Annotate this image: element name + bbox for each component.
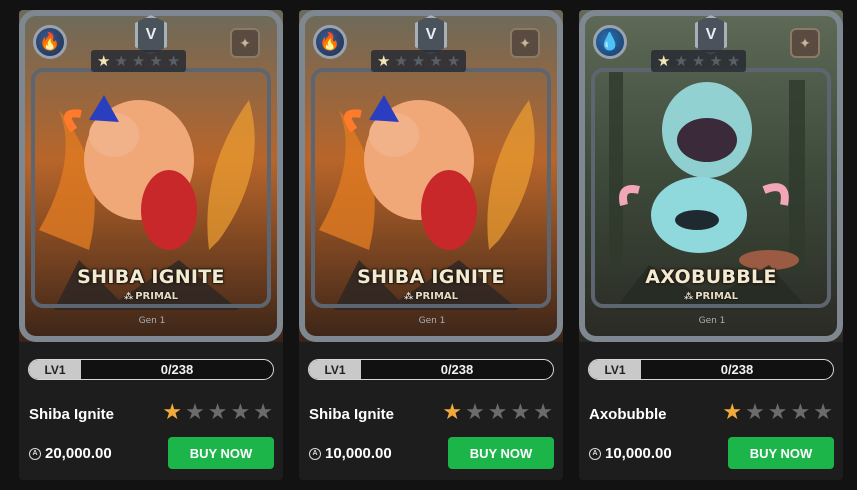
v-rarity-icon: V bbox=[695, 15, 727, 55]
star-icon: ★ bbox=[533, 399, 553, 424]
art-edition: ⁂ PRIMAL bbox=[123, 291, 179, 302]
star-icon: ★ bbox=[394, 52, 408, 70]
star-icon: ★ bbox=[487, 399, 508, 424]
star-icon: ★ bbox=[230, 399, 251, 424]
price-value: 10,000.00 bbox=[325, 445, 392, 462]
level-label: LV1 bbox=[589, 360, 641, 379]
price: A 20,000.00 bbox=[29, 445, 112, 462]
art-title: SHIBA IGNITE bbox=[77, 266, 225, 288]
marketplace-grid: 🔥 V ✦ ★ ★ ★ ★ ★ SHIBA IGNITE ⁂ PRIMAL Gen… bbox=[0, 0, 857, 490]
card-name: Shiba Ignite bbox=[309, 406, 395, 423]
star-icon: ★ bbox=[185, 399, 205, 424]
buy-now-button[interactable]: BUY NOW bbox=[448, 437, 554, 469]
card-art[interactable]: 🔥 V ✦ ★ ★ ★ ★ ★ SHIBA IGNITE ⁂ PRIMAL Gen… bbox=[19, 10, 283, 342]
art-edition: ⁂ PRIMAL bbox=[683, 291, 739, 302]
star-icon: ★ bbox=[465, 399, 485, 424]
art-title: SHIBA IGNITE bbox=[357, 266, 505, 288]
listing-card[interactable]: 🔥 V ✦ ★ ★ ★ ★ ★ SHIBA IGNITE ⁂ PRIMAL Gen… bbox=[299, 10, 563, 480]
fire-icon: 🔥 bbox=[33, 25, 67, 59]
level-progress-bar: LV1 0/238 bbox=[588, 359, 834, 380]
level-label: LV1 bbox=[309, 360, 361, 379]
level-progress-bar: LV1 0/238 bbox=[308, 359, 554, 380]
star-icon: ★ bbox=[442, 399, 463, 424]
level-label: LV1 bbox=[29, 360, 81, 379]
star-rating: ★ ★ ★ ★ ★ bbox=[722, 401, 833, 423]
level-progress-bar: LV1 0/238 bbox=[28, 359, 274, 380]
star-icon: ★ bbox=[253, 399, 273, 424]
card-art[interactable]: 💧 V ✦ ★ ★ ★ ★ ★ AXOBUBBLE ⁂ PRIMAL Gen 1 bbox=[579, 10, 843, 342]
listing-card[interactable]: 🔥 V ✦ ★ ★ ★ ★ ★ SHIBA IGNITE ⁂ PRIMAL Gen… bbox=[19, 10, 283, 480]
star-icon: ★ bbox=[207, 399, 228, 424]
art-star-rating: ★ ★ ★ ★ ★ bbox=[371, 50, 467, 72]
star-icon: ★ bbox=[813, 399, 833, 424]
level-progress-count: 0/238 bbox=[160, 362, 194, 377]
mana-icon: ✦ bbox=[510, 28, 540, 58]
art-gen: Gen 1 bbox=[698, 316, 726, 326]
card-name: Shiba Ignite bbox=[29, 406, 115, 423]
currency-icon: A bbox=[29, 447, 41, 460]
fire-icon: 🔥 bbox=[313, 25, 347, 59]
price: A 10,000.00 bbox=[309, 445, 392, 462]
buy-now-button[interactable]: BUY NOW bbox=[168, 437, 274, 469]
art-title: AXOBUBBLE bbox=[645, 266, 777, 288]
star-icon: ★ bbox=[745, 399, 765, 424]
star-icon: ★ bbox=[790, 399, 811, 424]
primal-icon: ⁂ bbox=[403, 292, 414, 302]
card-art[interactable]: 🔥 V ✦ ★ ★ ★ ★ ★ SHIBA IGNITE ⁂ PRIMAL Gen… bbox=[299, 10, 563, 342]
star-icon: ★ bbox=[411, 52, 426, 70]
v-rarity-icon: V bbox=[135, 15, 167, 55]
water-icon: 💧 bbox=[593, 25, 627, 59]
star-icon: ★ bbox=[674, 52, 688, 70]
star-icon: ★ bbox=[131, 52, 146, 70]
star-icon: ★ bbox=[166, 52, 181, 70]
price-value: 20,000.00 bbox=[45, 445, 112, 462]
level-progress-count: 0/238 bbox=[440, 362, 474, 377]
star-icon: ★ bbox=[114, 52, 128, 70]
star-icon: ★ bbox=[429, 52, 443, 70]
primal-icon: ⁂ bbox=[123, 292, 134, 302]
star-icon: ★ bbox=[726, 52, 741, 70]
star-icon: ★ bbox=[510, 399, 531, 424]
star-icon: ★ bbox=[691, 52, 706, 70]
star-rating: ★ ★ ★ ★ ★ bbox=[162, 401, 273, 423]
star-rating: ★ ★ ★ ★ ★ bbox=[442, 401, 553, 423]
art-star-rating: ★ ★ ★ ★ ★ bbox=[651, 50, 747, 72]
star-icon: ★ bbox=[722, 399, 743, 424]
star-icon: ★ bbox=[377, 52, 391, 70]
mana-icon: ✦ bbox=[230, 28, 260, 58]
currency-icon: A bbox=[309, 447, 321, 460]
art-star-rating: ★ ★ ★ ★ ★ bbox=[91, 50, 187, 72]
price: A 10,000.00 bbox=[589, 445, 672, 462]
art-gen: Gen 1 bbox=[138, 316, 166, 326]
star-icon: ★ bbox=[657, 52, 671, 70]
listing-card[interactable]: 💧 V ✦ ★ ★ ★ ★ ★ AXOBUBBLE ⁂ PRIMAL Gen 1 … bbox=[579, 10, 843, 480]
star-icon: ★ bbox=[767, 399, 788, 424]
mana-icon: ✦ bbox=[790, 28, 820, 58]
art-edition: ⁂ PRIMAL bbox=[403, 291, 459, 302]
v-rarity-icon: V bbox=[415, 15, 447, 55]
art-gen: Gen 1 bbox=[418, 316, 446, 326]
primal-icon: ⁂ bbox=[683, 292, 694, 302]
currency-icon: A bbox=[589, 447, 601, 460]
price-value: 10,000.00 bbox=[605, 445, 672, 462]
card-name: Axobubble bbox=[589, 406, 667, 423]
star-icon: ★ bbox=[97, 52, 111, 70]
star-icon: ★ bbox=[709, 52, 723, 70]
star-icon: ★ bbox=[149, 52, 163, 70]
star-icon: ★ bbox=[446, 52, 461, 70]
star-icon: ★ bbox=[162, 399, 183, 424]
buy-now-button[interactable]: BUY NOW bbox=[728, 437, 834, 469]
level-progress-count: 0/238 bbox=[720, 362, 754, 377]
